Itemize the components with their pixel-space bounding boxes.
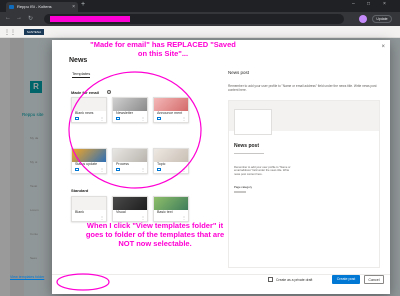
annotation-top-note: "Made for email" has REPLACED "Saved on … bbox=[90, 40, 236, 58]
view-templates-circle bbox=[56, 273, 110, 291]
annotation-bottom-note: When I click "View templates folder" it … bbox=[85, 221, 225, 248]
made-for-email-circle bbox=[68, 71, 202, 189]
